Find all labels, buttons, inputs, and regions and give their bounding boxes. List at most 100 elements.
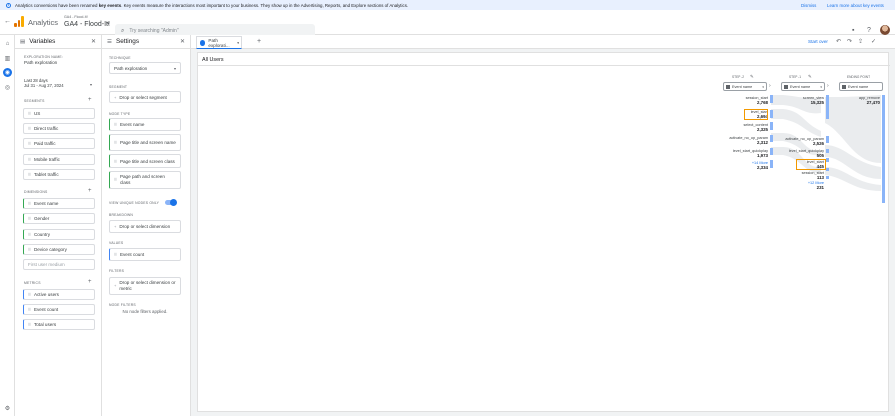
node-level-start-quickplay[interactable]: level_start_quickplay 505 [759,149,824,158]
step-minus-2-select[interactable]: Event name ▾ [723,82,767,91]
node-bar[interactable] [770,110,773,118]
add-segment-icon[interactable]: + [88,97,92,103]
property-selector[interactable]: GA4 - Flood-It! [64,21,110,28]
dimension-chip[interactable]: ⠿ Device category [23,244,95,255]
close-icon[interactable]: ✕ [180,38,185,45]
exploration-name-field[interactable]: Path exploration [24,60,57,65]
ending-point-select: Event name [839,82,883,91]
status-check-icon[interactable]: ✓ [871,38,876,45]
node-type-chip[interactable]: ⠿ Event name [109,118,181,131]
dimensions-label: DIMENSIONS [24,190,48,194]
node-more[interactable]: +14 More 2,334 [708,161,768,170]
arrow-right-icon: › [769,83,771,89]
filters-label: FILTERS [109,269,125,273]
close-icon[interactable]: ✕ [91,38,96,45]
chevron-down-icon[interactable]: ▾ [90,82,92,87]
announcement-banner: i Analytics conversions have been rename… [0,0,895,10]
breakdown-drop-zone[interactable]: + Drop or select dimension [109,220,181,233]
account-breadcrumb[interactable]: GA4 - Flood-It! [64,15,88,19]
node-app-remove[interactable]: app_remove 27,470 [823,96,880,105]
add-dimension-icon[interactable]: + [88,188,92,194]
node-bar[interactable] [826,158,829,162]
node-session-start[interactable]: session_start 2,768 [708,96,768,105]
add-icon: + [114,224,117,229]
node-bar[interactable] [826,168,829,171]
undo-icon[interactable]: ↶ [836,38,841,45]
node-type-chip[interactable]: ⠿ Page path and screen class [109,171,181,189]
highlight-box [744,109,768,120]
filters-drop-zone[interactable]: + Drop or select dimension or metric [109,277,181,295]
path-icon [200,39,206,46]
exploration-name-label: EXPLORATION NAME: [24,55,63,59]
node-bar[interactable] [826,149,829,153]
segment-chip[interactable]: ⠿ Mobile traffic [23,154,95,165]
metrics-label: METRICS [24,281,41,285]
banner-message: Analytics conversions have been renamed … [15,2,409,8]
dimension-chip[interactable]: ⠿ Event name [23,198,95,209]
node-screen-view[interactable]: screen_view 15,325 [763,96,824,105]
metric-chip[interactable]: ⠿ Total users [23,319,95,330]
dimension-chip[interactable]: ⠿ Country [23,229,95,240]
search-placeholder: Try searching "Admin" [129,28,179,34]
variables-header: ▤ Variables ✕ [15,35,101,49]
segment-chip[interactable]: ⠿ Tablet traffic [23,169,95,180]
node-activate-no-op-param[interactable]: activate_no_op_param 2,526 [759,137,824,146]
start-over-button[interactable]: Start over [808,39,828,44]
metric-chip[interactable]: ⠿ Active users [23,289,95,300]
avatar[interactable] [880,25,890,35]
node-bar[interactable] [826,136,829,143]
left-nav: ⌂ ▥ ◉ ◎ ⚙ [0,35,15,416]
node-bar[interactable] [770,122,773,130]
dimension-chip-placeholder[interactable]: First user medium [23,259,95,270]
edit-icon[interactable]: ✎ [750,74,754,80]
admin-gear-icon[interactable]: ⚙ [3,404,12,413]
node-bar[interactable] [826,176,829,179]
analytics-logo-icon [14,16,24,27]
metric-chip[interactable]: ⠿ Event count [23,304,95,315]
node-filters-label: NODE FILTERS [109,303,136,307]
tab-path-exploration[interactable]: Path explorati... ▾ [196,36,242,49]
node-session-start[interactable]: session_start 113 [763,171,824,180]
segments-label: SEGMENTS [24,99,45,103]
edit-icon[interactable]: ✎ [808,74,812,80]
chevron-down-icon[interactable]: ▾ [107,21,110,27]
segment-chip[interactable]: ⠿ Paid traffic [23,138,95,149]
technique-label: TECHNIQUE [109,56,131,60]
explore-icon[interactable]: ◉ [3,68,12,77]
node-type-chip[interactable]: ⠿ Page title and screen class [109,154,181,168]
ending-node-bar[interactable] [882,95,885,203]
home-icon[interactable]: ⌂ [3,39,12,48]
step-minus-1-select[interactable]: Event name ▾ [781,82,825,91]
node-select-content[interactable]: select_content 2,325 [708,123,769,132]
info-icon: i [6,2,11,8]
view-unique-toggle[interactable] [165,199,177,206]
node-type-chip[interactable]: ⠿ Page title and screen name [109,134,181,151]
date-range[interactable]: Jul 31 - Aug 27, 2024 [24,83,64,88]
add-icon: + [114,283,117,288]
back-arrow-icon[interactable]: ← [4,18,11,25]
segment-drop-zone[interactable]: + Drop or select segment [109,91,181,103]
add-tab-icon[interactable]: + [257,38,261,45]
dismiss-link[interactable]: Dismiss [801,3,816,8]
segment-chip[interactable]: ⠿ Direct traffic [23,123,95,134]
highlight-box [796,159,826,170]
learn-more-link[interactable]: Learn more about key events [827,3,884,8]
segment-label: SEGMENT [109,85,128,89]
add-icon: + [114,94,117,100]
settings-icon: ☰ [107,38,112,45]
step-minus-2-label: STEP -2 [732,75,744,79]
advertising-icon[interactable]: ◎ [3,83,12,92]
add-metric-icon[interactable]: + [88,279,92,285]
dimension-chip[interactable]: ⠿ Gender [23,213,95,224]
values-chip[interactable]: ⠿ Event count [109,248,181,261]
help-icon[interactable]: ? [867,27,871,34]
share-icon[interactable]: ⇪ [858,38,863,45]
segment-chip[interactable]: ⠿ US [23,108,95,119]
node-more[interactable]: +12 More 231 [763,181,824,190]
tab-bar: Path explorati... ▾ + Start over ↶ ↷ ⇪ ✓ [191,35,895,49]
redo-icon[interactable]: ↷ [847,38,852,45]
reports-icon[interactable]: ▥ [3,54,12,63]
app-name: Analytics [28,18,59,27]
technique-select[interactable]: Path exploration ▾ [109,62,181,74]
apps-grid-icon[interactable]: ▪ [852,27,854,34]
